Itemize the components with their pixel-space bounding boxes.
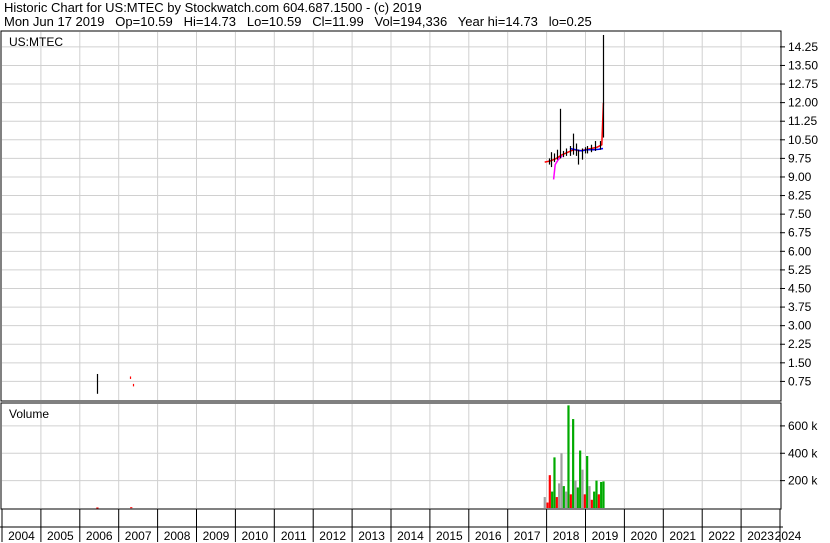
price-tick-label: 11.25 [788,114,817,128]
volume-bar [593,491,596,508]
volume-bar [546,502,549,508]
price-tick-label: 12.00 [788,96,818,110]
volume-tick-label: 600 k [788,419,818,433]
volume-bar [96,507,99,509]
x-tick-label: 2004 [8,529,35,543]
volume-bar [579,450,582,508]
volume-bar [586,456,589,508]
volume-bar [562,486,565,508]
volume-bar [569,494,572,508]
volume-grid [2,404,780,508]
x-tick-label: 2013 [358,529,385,543]
price-tick-label: 13.50 [788,58,818,72]
volume-bar [600,482,603,508]
volume-bar [574,480,577,508]
price-tick-label: 5.25 [788,263,812,277]
price-tick-label: 10.50 [788,133,818,147]
x-tick-label: 2007 [125,529,152,543]
volume-bar [567,405,570,508]
price-tick-label: 6.00 [788,244,812,258]
volume-tick-label: 400 k [788,446,818,460]
volume-bar [130,507,133,509]
x-tick-label: 2008 [164,529,191,543]
volume-bar [565,491,568,508]
volume-bar [558,483,561,508]
volume-tick-label: 200 k [788,474,818,488]
x-tick-label: 2020 [630,529,657,543]
volume-bar [572,419,575,508]
x-tick-label: 2016 [475,529,502,543]
price-tick-label: 9.00 [788,170,812,184]
symbol-label: US:MTEC [9,35,63,49]
x-tick-label: 2014 [397,529,424,543]
x-tick-label: 2023 [747,529,774,543]
x-tick-label: 2009 [203,529,230,543]
price-tick-label: 8.25 [788,189,812,203]
x-tick-label: 2019 [592,529,619,543]
volume-bar [581,469,584,508]
x-tick-label: 2021 [669,529,696,543]
price-tick-label: 12.75 [788,77,818,91]
volume-bar [543,497,546,508]
volume-bar [597,494,600,508]
time-axis: 2004 2005 2006 2007 2008 2009 2010 2011 2012 2013… [0,509,802,543]
volume-label: Volume [9,407,49,421]
volume-bar [548,475,551,508]
x-tick-label: 2010 [241,529,268,543]
x-tick-label: 2012 [319,529,346,543]
price-tick-label: 2.25 [788,337,812,351]
volume-bar [588,486,591,508]
price-grid [2,32,780,400]
price-tick-label: 3.75 [788,300,812,314]
price-tick-label: 1.50 [788,356,812,370]
volume-bar [590,499,593,508]
price-tick-label: 4.50 [788,281,812,295]
volume-bar [576,487,579,508]
price-tick-label: 9.75 [788,151,812,165]
x-tick-label: 2011 [281,529,307,543]
x-tick-label: 2024 [775,529,802,543]
price-tick-label: 14.25 [788,40,818,54]
volume-bar [553,457,556,508]
x-tick-label: 2018 [553,529,580,543]
price-tick-label: 0.75 [788,374,812,388]
volume-bar [555,497,558,508]
x-tick-label: 2015 [436,529,463,543]
x-tick-label: 2005 [47,529,74,543]
volume-bar [560,453,563,508]
price-tick-label: 6.75 [788,226,812,240]
price-tick-label: 3.00 [788,319,812,333]
volume-bar [602,481,605,508]
price-axis: 14.25 13.50 12.75 12.00 11.25 10.50 9.75 9.00 8.… [780,40,818,388]
x-tick-label: 2022 [708,529,735,543]
price-tick-label: 7.50 [788,207,812,221]
x-tick-label: 2006 [86,529,113,543]
volume-bar [595,480,598,508]
stock-chart: 14.25 13.50 12.75 12.00 11.25 10.50 9.75 9.00 8.… [0,30,818,543]
volume-bar [551,491,554,508]
x-tick-label: 2017 [514,529,541,543]
volume-axis: 600 k 400 k 200 k [780,419,818,488]
volume-bar [583,494,586,508]
